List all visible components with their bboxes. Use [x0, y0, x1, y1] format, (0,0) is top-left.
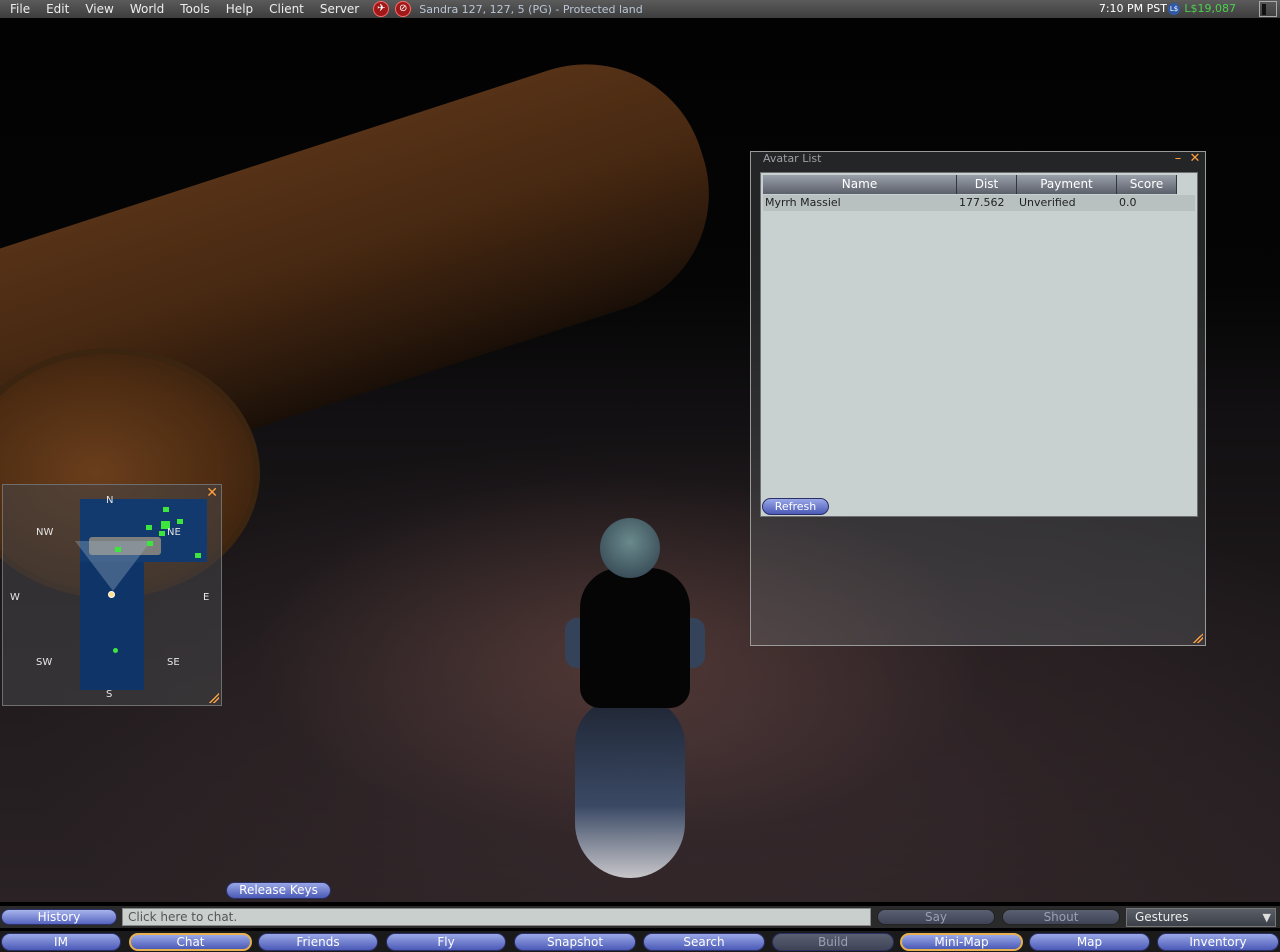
avatar-marker-icon[interactable]	[177, 519, 183, 524]
menu-tools[interactable]: Tools	[172, 0, 218, 18]
clock: 7:10 PM PST	[1098, 2, 1167, 15]
gestures-dropdown[interactable]: Gestures ▼	[1126, 908, 1276, 927]
say-button[interactable]: Say	[877, 909, 995, 925]
mini-map-button[interactable]: Mini-Map	[900, 933, 1023, 951]
cell-dist: 177.562	[959, 196, 1005, 209]
inventory-button[interactable]: Inventory	[1157, 933, 1279, 951]
avatar-list-title: Avatar List	[763, 152, 822, 165]
close-icon[interactable]: ✕	[1188, 152, 1202, 166]
compass-w: W	[10, 592, 20, 603]
compass-se: SE	[167, 657, 180, 668]
column-header-payment[interactable]: Payment	[1017, 175, 1117, 194]
avatar-marker-icon[interactable]	[147, 541, 153, 546]
avatar-list-header: Name Dist Payment Score	[763, 175, 1177, 194]
menu-client[interactable]: Client	[261, 0, 312, 18]
cell-score: 0.0	[1119, 196, 1137, 209]
resize-handle-icon[interactable]	[1193, 633, 1203, 643]
cell-name: Myrrh Massiel	[765, 196, 841, 209]
avatar-marker-icon[interactable]	[159, 531, 165, 536]
menu-help[interactable]: Help	[218, 0, 261, 18]
compass-n: N	[106, 495, 114, 506]
chevron-down-icon: ▼	[1262, 911, 1271, 924]
column-header-score[interactable]: Score	[1117, 175, 1177, 194]
fly-button[interactable]: Fly	[386, 933, 506, 951]
build-button[interactable]: Build	[772, 933, 894, 951]
no-push-icon[interactable]: ⊘	[395, 1, 412, 17]
map-button[interactable]: Map	[1029, 933, 1150, 951]
avatar-marker-icon[interactable]	[195, 553, 201, 558]
chat-history-button[interactable]: History	[1, 909, 117, 925]
compass-s: S	[106, 689, 113, 700]
column-header-dist[interactable]: Dist	[957, 175, 1017, 194]
menu-bar: File Edit View World Tools Help Client S…	[0, 0, 1280, 18]
mini-map-window[interactable]: ✕ N NE NW W E SW SE S	[2, 484, 222, 706]
avatar-head	[600, 518, 660, 578]
avatar-tail	[575, 698, 685, 878]
cell-payment: Unverified	[1019, 196, 1076, 209]
bandwidth-meter-icon[interactable]	[1259, 1, 1277, 17]
close-icon[interactable]: ✕	[206, 486, 218, 500]
column-header-name[interactable]: Name	[763, 175, 957, 194]
linden-dollar-icon[interactable]: L$	[1168, 3, 1180, 15]
avatar-list-panel: Name Dist Payment Score Myrrh Massiel 17…	[760, 172, 1198, 517]
table-row[interactable]: Myrrh Massiel 177.562 Unverified 0.0	[763, 195, 1195, 211]
compass-nw: NW	[36, 527, 54, 538]
friends-button[interactable]: Friends	[258, 933, 378, 951]
menu-server[interactable]: Server	[312, 0, 367, 18]
avatar-list-window[interactable]: Avatar List – ✕ Name Dist Payment Score …	[750, 151, 1206, 646]
avatar-marker-icon[interactable]	[146, 525, 152, 530]
im-button[interactable]: IM	[1, 933, 121, 951]
release-keys-button[interactable]: Release Keys	[226, 882, 331, 899]
player-avatar	[565, 518, 705, 888]
menu-view[interactable]: View	[77, 0, 121, 18]
menu-file[interactable]: File	[0, 0, 38, 18]
compass-e: E	[203, 592, 210, 603]
shout-button[interactable]: Shout	[1002, 909, 1120, 925]
menu-edit[interactable]: Edit	[38, 0, 77, 18]
location-readout[interactable]: Sandra 127, 127, 5 (PG) - Protected land	[419, 3, 643, 16]
chat-input[interactable]: Click here to chat.	[122, 908, 871, 926]
compass-ne: NE	[167, 527, 181, 538]
currency-balance[interactable]: L$19,087	[1184, 0, 1236, 18]
chat-bar: History Click here to chat. Say Shout Ge…	[0, 906, 1280, 928]
bottom-toolbar: IM Chat Friends Fly Snapshot Search Buil…	[0, 931, 1280, 952]
menu-world[interactable]: World	[122, 0, 172, 18]
refresh-button[interactable]: Refresh	[762, 498, 829, 515]
gestures-label: Gestures	[1135, 910, 1189, 924]
avatar-marker-icon[interactable]	[115, 547, 121, 552]
view-cone	[75, 541, 151, 591]
avatar-body	[580, 568, 690, 708]
minimize-icon[interactable]: –	[1171, 152, 1185, 166]
avatar-marker-icon[interactable]	[113, 648, 118, 653]
compass-sw: SW	[36, 657, 53, 668]
no-fly-icon[interactable]: ✈	[373, 1, 390, 17]
search-button[interactable]: Search	[643, 933, 765, 951]
self-marker-icon	[108, 591, 115, 598]
snapshot-button[interactable]: Snapshot	[514, 933, 636, 951]
chat-button[interactable]: Chat	[129, 933, 252, 951]
resize-handle-icon[interactable]	[209, 693, 219, 703]
avatar-marker-icon[interactable]	[163, 507, 169, 512]
